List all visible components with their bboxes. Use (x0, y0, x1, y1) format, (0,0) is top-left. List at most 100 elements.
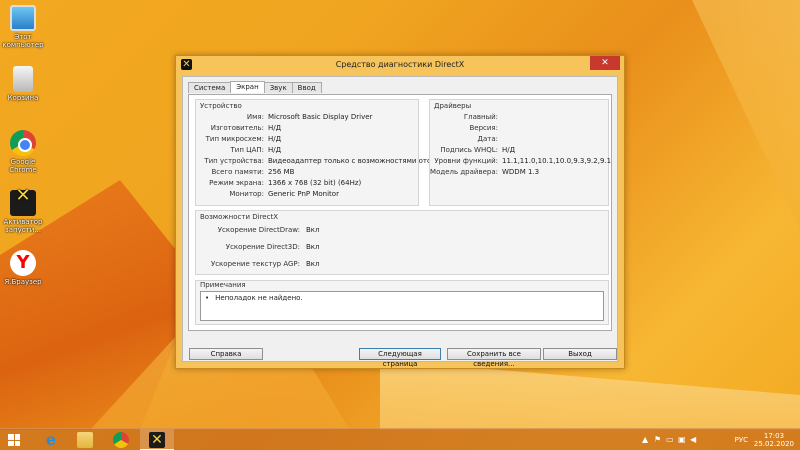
device-row: Тип микросхем: Н/Д (196, 134, 418, 144)
window-titlebar[interactable]: ✕ Средство диагностики DirectX ✕ (176, 56, 624, 74)
feature-levels-value: 11.1,11.0,10.1,10.0,9.3,9.2,9.1 (502, 157, 612, 165)
drivers-group-title: Драйверы (434, 102, 472, 110)
directx-app-icon: ✕ (149, 432, 165, 448)
driver-date-label: Дата: (477, 135, 498, 143)
desktop-icon-kms-activator[interactable]: Активатор запусти... (2, 190, 44, 234)
feature-row: Ускорение текстур AGP: Вкл (196, 259, 608, 269)
desktop-icon-computer[interactable]: Этот компьютер (2, 5, 44, 49)
close-button[interactable]: ✕ (590, 56, 620, 70)
desktop-icon-label: Я.Браузер (4, 278, 42, 286)
tab-display[interactable]: Экран (230, 81, 265, 93)
manufacturer-value: Н/Д (268, 124, 282, 132)
monitor-label: Монитор: (229, 190, 264, 198)
manufacturer-label: Изготовитель: (210, 124, 264, 132)
device-row: Режим экрана: 1366 x 768 (32 bit) (64Hz) (196, 178, 418, 188)
exit-button[interactable]: Выход (543, 348, 617, 360)
clock[interactable]: 17:03 25.02.2020 (754, 432, 794, 448)
device-row: Тип ЦАП: Н/Д (196, 145, 418, 155)
monitor-value: Generic PnP Monitor (268, 190, 339, 198)
notes-title: Примечания (200, 281, 246, 289)
feature-row: Ускорение Direct3D: Вкл (196, 242, 608, 252)
internet-explorer-icon: e (45, 430, 57, 449)
chrome-icon (113, 432, 129, 448)
directdraw-label: Ускорение DirectDraw: (217, 226, 300, 234)
desktop-icon-label: Активатор запусти... (3, 218, 43, 234)
device-name-value: Microsoft Basic Display Driver (268, 113, 373, 121)
system-tray: ▲ ⚑ ▭ ▣ ◀ РУС 17:03 25.02.2020 (640, 429, 800, 450)
driver-row: Главный: (430, 112, 608, 122)
device-row: Изготовитель: Н/Д (196, 123, 418, 133)
taskbar: e ✕ ▲ ⚑ ▭ ▣ ◀ РУС 17:03 25.02.2020 (0, 428, 800, 450)
driver-model-value: WDDM 1.3 (502, 168, 540, 176)
note-item: Неполадок не найдено. (205, 294, 599, 302)
device-type-label: Тип устройства: (204, 157, 264, 165)
device-group-title: Устройство (200, 102, 242, 110)
whql-value: Н/Д (502, 146, 516, 154)
help-button[interactable]: Справка (189, 348, 263, 360)
yandex-browser-icon: Y (10, 250, 36, 276)
driver-row: Модель драйвера: WDDM 1.3 (430, 167, 608, 177)
taskbar-dxdiag[interactable]: ✕ (140, 429, 174, 450)
folder-icon (77, 432, 93, 448)
action-center-flag-icon[interactable]: ⚑ (654, 435, 661, 444)
device-row: Монитор: Generic PnP Monitor (196, 189, 418, 199)
display-mode-label: Режим экрана: (209, 179, 264, 187)
wallpaper-shape (380, 360, 800, 430)
feature-levels-label: Уровни функций: (434, 157, 498, 165)
total-memory-value: 256 MB (268, 168, 295, 176)
taskbar-internet-explorer[interactable]: e (34, 429, 68, 450)
directdraw-value: Вкл (306, 226, 320, 234)
directx-features-group: Возможности DirectX Ускорение DirectDraw… (195, 210, 609, 275)
desktop-icon-label: Google Chrome (9, 158, 37, 174)
taskbar-file-explorer[interactable] (68, 429, 102, 450)
tab-input[interactable]: Ввод (291, 82, 322, 93)
chip-type-label: Тип микросхем: (205, 135, 264, 143)
notes-textbox[interactable]: Неполадок не найдено. (200, 291, 604, 321)
chrome-icon (10, 130, 36, 156)
clock-time: 17:03 (763, 432, 785, 440)
display-mode-value: 1366 x 768 (32 bit) (64Hz) (268, 179, 362, 187)
driver-row: Версия: (430, 123, 608, 133)
total-memory-label: Всего памяти: (211, 168, 265, 176)
display-tab-panel: Устройство Имя: Microsoft Basic Display D… (188, 94, 612, 331)
show-hidden-icons-icon[interactable]: ▲ (642, 435, 648, 444)
direct3d-label: Ускорение Direct3D: (225, 243, 300, 251)
tab-sound[interactable]: Звук (263, 82, 293, 93)
language-indicator[interactable]: РУС (735, 436, 748, 444)
taskbar-chrome[interactable] (104, 429, 138, 450)
agp-texture-value: Вкл (306, 260, 320, 268)
drivers-group: Драйверы Главный: Версия: Дата: Подпись … (429, 99, 612, 206)
network-icon[interactable]: ▣ (678, 435, 686, 444)
volume-icon[interactable]: ◀ (690, 435, 696, 444)
next-page-button[interactable]: Следующая страница (359, 348, 441, 368)
driver-version-label: Версия: (469, 124, 498, 132)
desktop-icon-chrome[interactable]: Google Chrome (2, 130, 44, 174)
device-group: Устройство Имя: Microsoft Basic Display D… (195, 99, 468, 206)
whql-label: Подпись WHQL: (440, 146, 498, 154)
windows-logo-icon (8, 434, 20, 446)
main-driver-label: Главный: (463, 113, 498, 121)
dac-type-value: Н/Д (268, 146, 282, 154)
device-name-label: Имя: (246, 113, 264, 121)
feature-row: Ускорение DirectDraw: Вкл (196, 225, 608, 235)
save-all-button[interactable]: Сохранить все сведения... (447, 348, 541, 368)
tab-system[interactable]: Система (188, 82, 232, 93)
wallpaper-shape (692, 0, 800, 230)
desktop-icon-label: Корзина (7, 94, 39, 102)
chip-type-value: Н/Д (268, 135, 282, 143)
desktop-icon-label: Этот компьютер (2, 33, 44, 49)
usb-device-icon[interactable]: ▭ (666, 435, 674, 444)
driver-row: Подпись WHQL: Н/Д (430, 145, 608, 155)
agp-texture-label: Ускорение текстур AGP: (210, 260, 300, 268)
device-row: Имя: Microsoft Basic Display Driver (196, 112, 418, 122)
dac-type-label: Тип ЦАП: (230, 146, 264, 154)
driver-row: Уровни функций: 11.1,11.0,10.1,10.0,9.3,9… (430, 156, 612, 166)
start-button[interactable] (0, 429, 34, 450)
direct3d-value: Вкл (306, 243, 320, 251)
notes-group: Примечания Неполадок не найдено. (195, 280, 609, 325)
device-row: Всего памяти: 256 MB (196, 167, 418, 177)
desktop-icon-yandex-browser[interactable]: Y Я.Браузер (2, 250, 44, 286)
tab-strip: Система Экран Звук Ввод (188, 81, 322, 94)
desktop-icon-recycle-bin[interactable]: Корзина (2, 66, 44, 102)
device-row: Тип устройства: Видеоадаптер только с воз… (196, 156, 468, 166)
